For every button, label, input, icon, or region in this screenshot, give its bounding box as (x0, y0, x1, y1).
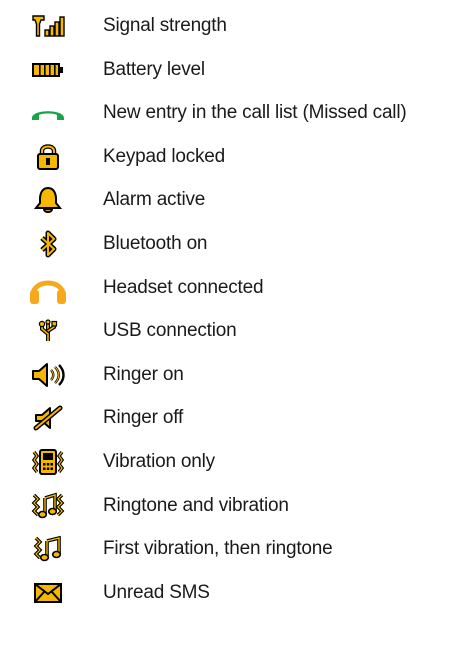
legend-label: Headset connected (103, 276, 264, 298)
legend-label: Alarm active (103, 189, 206, 211)
legend-label: Signal strength (103, 15, 227, 36)
ringtone-vibration-icon (26, 484, 70, 528)
battery-level-icon (26, 48, 70, 92)
missed-call-icon (26, 91, 70, 135)
signal-strength-icon (26, 4, 70, 48)
legend-row-bluetooth: Bluetooth on (0, 222, 466, 266)
legend-row-vibration-then-ringtone: First vibration, then ringtone (0, 527, 466, 571)
legend-row-headset: Headset connected (0, 266, 466, 310)
vibration-then-ringtone-icon (26, 527, 70, 571)
keypad-lock-icon (26, 135, 70, 179)
legend-row-vibration: Vibration only (0, 440, 466, 484)
legend-label: Ringtone and vibration (103, 494, 289, 516)
legend-label: Bluetooth on (103, 232, 208, 254)
legend-row-alarm: Alarm active (0, 178, 466, 222)
bluetooth-icon (26, 222, 70, 266)
legend-label: Unread SMS (103, 581, 210, 603)
headset-icon (26, 266, 70, 310)
legend-row-usb: USB connection (0, 309, 466, 353)
legend-row-unread-sms: Unread SMS (0, 571, 466, 615)
usb-icon (26, 309, 70, 353)
legend-row-battery: Battery level (0, 48, 466, 92)
legend-label: New entry in the call list (Missed call) (103, 102, 407, 124)
legend-label: Ringer off (103, 407, 184, 429)
vibration-icon (26, 440, 70, 484)
ringer-on-icon (26, 353, 70, 397)
legend-label: Keypad locked (103, 145, 226, 167)
legend-label: Vibration only (103, 450, 215, 472)
legend-row-keypad: Keypad locked (0, 135, 466, 179)
legend-label: Ringer on (103, 363, 184, 385)
legend-label: Battery level (103, 58, 205, 80)
status-icon-legend: Signal strength Battery level New entry … (0, 4, 466, 614)
legend-row-signal: Signal strength (0, 4, 466, 48)
legend-label: First vibration, then ringtone (103, 538, 333, 560)
envelope-icon (26, 571, 70, 615)
legend-row-ringer-on: Ringer on (0, 353, 466, 397)
legend-row-ringtone-vibration: Ringtone and vibration (0, 484, 466, 528)
ringer-off-icon (26, 396, 70, 440)
legend-row-ringer-off: Ringer off (0, 396, 466, 440)
alarm-bell-icon (26, 178, 70, 222)
legend-row-missed-call: New entry in the call list (Missed call) (0, 91, 466, 135)
legend-label: USB connection (103, 320, 237, 342)
